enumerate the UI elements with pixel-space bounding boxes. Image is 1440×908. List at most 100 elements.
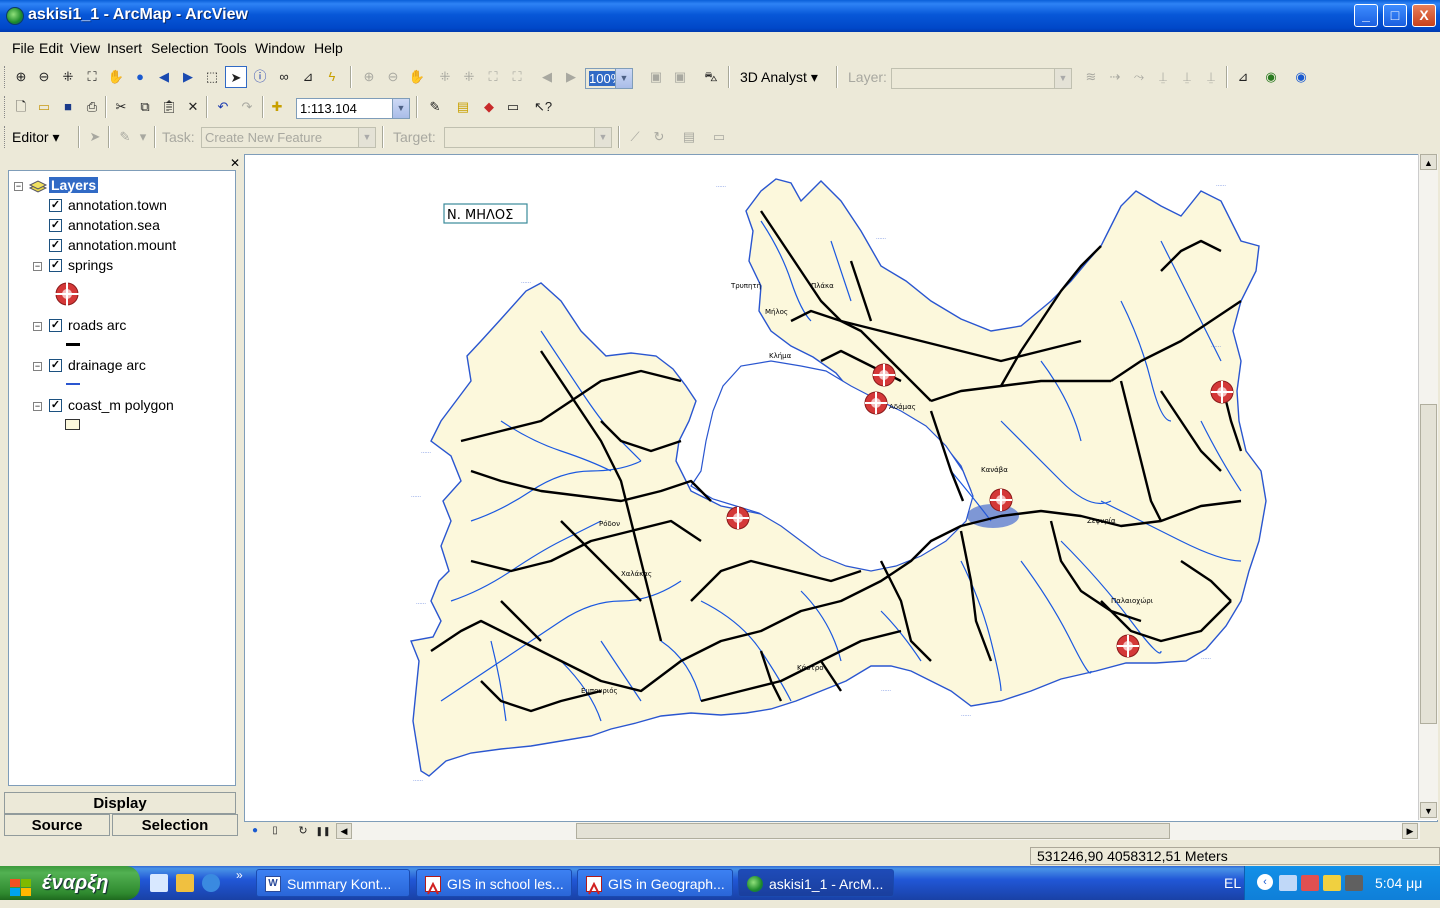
task-combo[interactable]: Create New Feature ▼ <box>201 127 376 148</box>
layer-name[interactable]: annotation.mount <box>68 237 176 253</box>
zoom-out-icon[interactable]: ⊖ <box>33 66 55 88</box>
data-view-icon[interactable]: ● <box>246 820 264 842</box>
back-arrow-icon[interactable]: ◀ <box>153 66 175 88</box>
menu-edit[interactable]: Edit <box>39 40 63 56</box>
editor-toolbar-icon[interactable]: ✎ <box>424 96 446 118</box>
delete-icon[interactable]: ✕ <box>182 96 204 118</box>
arctoolbox-icon[interactable]: ◆ <box>478 96 500 118</box>
layer-name[interactable]: coast_m polygon <box>68 397 174 413</box>
horizontal-scrollbar[interactable]: ◀ ▶ <box>336 822 1420 840</box>
copy-icon[interactable]: ⧉ <box>134 96 156 118</box>
fixed-zoom-in-icon[interactable]: ⁜ <box>57 66 79 88</box>
steepest-path-icon[interactable]: ⇢ <box>1104 66 1126 88</box>
scroll-down-icon[interactable]: ▼ <box>1420 802 1437 818</box>
profile-graph-icon[interactable]: ⊿ <box>1232 66 1254 88</box>
layout-zoom-in-icon[interactable]: ⊕ <box>358 66 380 88</box>
collapse-drainage-icon[interactable]: − <box>33 362 42 371</box>
layout-pan-icon[interactable]: ✋ <box>406 66 428 88</box>
start-button[interactable]: έναρξη <box>0 866 140 900</box>
toolbar-grip[interactable] <box>4 96 8 118</box>
vertical-scrollbar[interactable]: ▲ ▼ <box>1418 154 1438 820</box>
new-document-icon[interactable]: 🗋 <box>10 96 32 118</box>
toc-close-icon[interactable]: ✕ <box>230 156 240 170</box>
layer-checkbox-annotation-sea[interactable]: ✓ <box>49 219 62 232</box>
forward-arrow-icon[interactable]: ▶ <box>177 66 199 88</box>
collapse-roads-icon[interactable]: − <box>33 322 42 331</box>
interpolate-point-icon[interactable]: ⍊ <box>1152 66 1174 88</box>
map-view[interactable]: Ν. ΜΗΛΟΣ Μήλος Τρυπητή Πλάκα Κλήμα Αδάμα… <box>244 154 1438 822</box>
add-data-icon[interactable]: ✚ <box>266 96 288 118</box>
identify-icon[interactable]: ⓘ <box>249 66 271 88</box>
tab-display[interactable]: Display <box>4 792 236 814</box>
safely-remove-icon[interactable] <box>1345 875 1363 891</box>
layer-name[interactable]: springs <box>68 257 113 273</box>
menu-file[interactable]: File <box>12 40 35 56</box>
zoom-100-icon[interactable]: ⛶ <box>506 66 528 88</box>
command-line-icon[interactable]: ▭ <box>502 96 524 118</box>
measure-icon[interactable]: ⊿ <box>297 66 319 88</box>
layout-view-icon[interactable]: ▯ <box>266 820 284 842</box>
undo-icon[interactable]: ↶ <box>212 96 234 118</box>
attributes-icon[interactable]: ▤ <box>678 126 700 148</box>
contour-icon[interactable]: ≋ <box>1080 66 1102 88</box>
horizontal-scroll-thumb[interactable] <box>576 823 1170 839</box>
taskbar-item-arcmap[interactable]: askisi1_1 - ArcM... <box>738 869 894 897</box>
clock[interactable]: 5:04 μμ <box>1375 875 1422 891</box>
layer-name[interactable]: annotation.town <box>68 197 167 213</box>
focus-data-frame-icon[interactable]: ▣ <box>669 66 691 88</box>
hyperlink-bolt-icon[interactable]: ϟ <box>321 66 343 88</box>
print-icon[interactable]: ⎙ <box>81 96 103 118</box>
menu-insert[interactable]: Insert <box>107 40 142 56</box>
map-canvas[interactable]: Ν. ΜΗΛΟΣ Μήλος Τρυπητή Πλάκα Κλήμα Αδάμα… <box>245 155 1419 821</box>
select-pointer-icon[interactable]: ➤ <box>225 66 247 88</box>
layout-forward-icon[interactable]: ▶ <box>560 66 582 88</box>
sketch-properties-icon[interactable]: ▭ <box>708 126 730 148</box>
collapse-coast-icon[interactable]: − <box>33 402 42 411</box>
zoom-whole-page-icon[interactable]: ⛶ <box>482 66 504 88</box>
toolbar-grip[interactable] <box>4 66 8 88</box>
layer-name[interactable]: drainage arc <box>68 357 146 373</box>
3d-analyst-toolbar-icon[interactable]: ⛍ <box>700 66 722 88</box>
taskbar-item-word[interactable]: W Summary Kont... <box>256 869 410 897</box>
language-indicator[interactable]: EL <box>1224 875 1241 891</box>
line-of-sight-icon[interactable]: ⤳ <box>1128 66 1150 88</box>
editor-menu[interactable]: Editor ▾ <box>12 129 60 146</box>
paste-icon[interactable]: 📋︎ <box>158 96 180 118</box>
quicklaunch-app-icon[interactable] <box>176 874 194 892</box>
layer-name[interactable]: roads arc <box>68 317 126 333</box>
whats-this-help-icon[interactable]: ↖? <box>532 96 554 118</box>
layers-root-label[interactable]: Layers <box>49 177 99 193</box>
pause-drawing-icon[interactable]: ❚❚ <box>314 820 332 842</box>
security-alert-icon[interactable] <box>1301 875 1319 891</box>
volume-icon[interactable] <box>1323 875 1341 891</box>
edit-tool-icon[interactable]: ➤ <box>84 126 106 148</box>
collapse-layers-icon[interactable]: − <box>14 182 23 191</box>
redo-icon[interactable]: ↷ <box>236 96 258 118</box>
show-desktop-icon[interactable] <box>150 874 168 892</box>
menu-window[interactable]: Window <box>255 40 305 56</box>
layer-name[interactable]: annotation.sea <box>68 217 160 233</box>
tab-source[interactable]: Source <box>4 814 110 836</box>
scroll-left-icon[interactable]: ◀ <box>336 823 352 839</box>
save-icon[interactable]: ■ <box>57 96 79 118</box>
network-icon[interactable] <box>1279 875 1297 891</box>
menu-selection[interactable]: Selection <box>151 40 209 56</box>
collapse-springs-icon[interactable]: − <box>33 262 42 271</box>
layout-zoom-out-icon[interactable]: ⊖ <box>382 66 404 88</box>
layout-fixed-zoom-out-icon[interactable]: ⁜ <box>458 66 480 88</box>
menu-tools[interactable]: Tools <box>214 40 247 56</box>
zoom-in-icon[interactable]: ⊕ <box>10 66 32 88</box>
toggle-draft-icon[interactable]: ▣ <box>645 66 667 88</box>
arcscene-icon[interactable]: ◉ <box>1260 66 1282 88</box>
pan-hand-icon[interactable]: ✋ <box>105 66 127 88</box>
menu-view[interactable]: View <box>70 40 100 56</box>
open-folder-icon[interactable]: ▭ <box>33 96 55 118</box>
find-binoculars-icon[interactable]: ∞ <box>273 66 295 88</box>
layer-checkbox-drainage[interactable]: ✓ <box>49 359 62 372</box>
fixed-zoom-out-icon[interactable]: ⛶ <box>81 66 103 88</box>
layer-checkbox-annotation-mount[interactable]: ✓ <box>49 239 62 252</box>
rotate-tool-icon[interactable]: ↻ <box>648 126 670 148</box>
minimize-button[interactable]: _ <box>1354 4 1378 27</box>
scroll-right-icon[interactable]: ▶ <box>1402 823 1418 839</box>
refresh-icon[interactable]: ↻ <box>294 820 312 842</box>
